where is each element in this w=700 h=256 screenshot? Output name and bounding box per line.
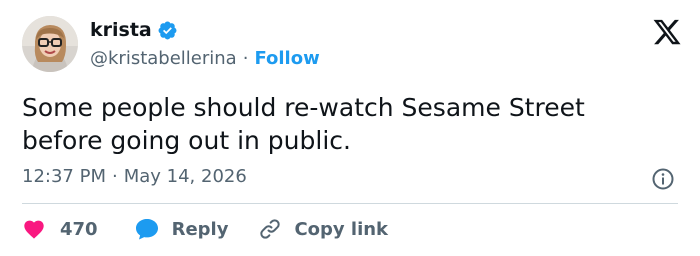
like-count: 470: [60, 218, 98, 240]
author-display-name[interactable]: krista: [90, 19, 152, 41]
tweet-text: Some people should re-watch Sesame Stree…: [22, 93, 585, 155]
author-identity: krista @kristabellerina · Follow: [90, 16, 320, 72]
copy-link-button[interactable]: Copy link: [258, 217, 388, 241]
author-handle-row: @kristabellerina · Follow: [90, 44, 320, 72]
avatar[interactable]: [22, 16, 78, 72]
like-button[interactable]: 470: [22, 217, 98, 241]
link-icon: [260, 219, 281, 239]
tweet-date: May 14, 2026: [123, 166, 247, 187]
verified-badge-icon: [157, 20, 178, 41]
x-logo-icon[interactable]: [652, 17, 682, 47]
heart-icon: [24, 220, 44, 239]
copy-link-label: Copy link: [294, 218, 389, 240]
reply-button[interactable]: Reply: [134, 217, 229, 241]
author-handle[interactable]: @kristabellerina: [90, 48, 237, 69]
reply-bubble-icon: [135, 219, 158, 240]
tweet-actions: 470 Reply Copy link: [22, 214, 388, 244]
avatar-image: [22, 16, 78, 72]
follow-button[interactable]: Follow: [254, 48, 319, 69]
handle-separator: ·: [242, 47, 249, 69]
info-icon[interactable]: [651, 167, 675, 191]
divider: [22, 203, 678, 204]
tweet-timestamp[interactable]: 12:37 PM · May 14, 2026: [22, 166, 247, 187]
tweet-header: krista @kristabellerina · Follow: [22, 16, 320, 72]
tweet-embed-card: krista @kristabellerina · Follow Some pe…: [0, 0, 700, 256]
author-name-row: krista: [90, 16, 320, 44]
timestamp-separator: ·: [111, 166, 118, 187]
reply-label: Reply: [171, 218, 229, 240]
tweet-time: 12:37 PM: [22, 166, 106, 187]
